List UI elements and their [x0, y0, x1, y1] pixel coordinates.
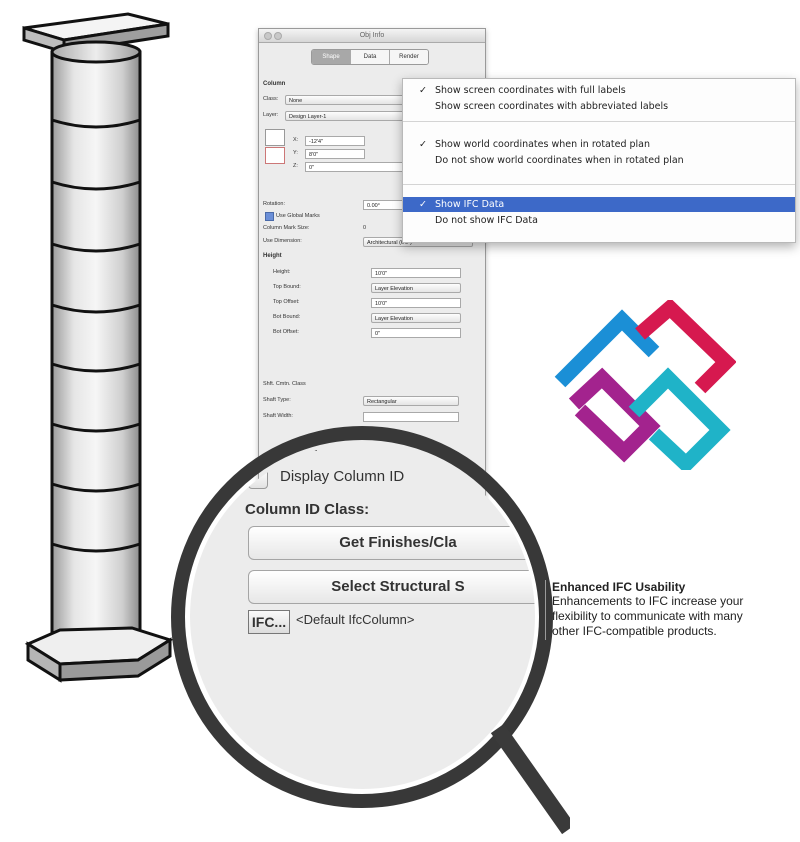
- bot-bound-label: Bot Bound:: [273, 314, 301, 320]
- class-label: Class:: [263, 96, 279, 102]
- palette-titlebar: Obj Info: [259, 29, 485, 43]
- menu-separator: [403, 184, 795, 185]
- coord-z-field[interactable]: 0": [305, 162, 405, 172]
- window-controls[interactable]: [264, 32, 284, 45]
- checkmark-icon: ✓: [419, 85, 427, 96]
- tab-shape[interactable]: Shape: [312, 50, 351, 64]
- ifc-logo: [554, 300, 736, 470]
- section-height: Height: [263, 253, 282, 259]
- column-mark-label: Column Mark Size:: [263, 225, 310, 231]
- layer-dropdown[interactable]: Design Layer-1: [285, 111, 415, 121]
- coord-y-field[interactable]: 8'0": [305, 149, 365, 159]
- magnifier-icon: [171, 426, 570, 835]
- height-field[interactable]: 10'0": [371, 268, 461, 278]
- layer-label: Layer:: [263, 112, 279, 118]
- top-bound-label: Top Bound:: [273, 284, 301, 290]
- bot-bound-dropdown[interactable]: Layer Elevation: [371, 313, 461, 323]
- coordinates-popup-menu: ✓ Show screen coordinates with full labe…: [402, 78, 796, 243]
- feature-caption: Enhanced IFC Usability Enhancements to I…: [545, 580, 800, 640]
- coord-z-label: Z:: [293, 163, 298, 169]
- use-global-marks-checkbox[interactable]: [265, 212, 274, 221]
- caption-line: other IFC-compatible products.: [552, 624, 717, 638]
- coord-x-field[interactable]: -12'4": [305, 136, 365, 146]
- height-label: Height:: [273, 269, 291, 275]
- column-mark-value: 0: [363, 225, 367, 231]
- placement-thumbnail[interactable]: [265, 129, 285, 146]
- reference-thumbnail[interactable]: [265, 147, 285, 164]
- menu-separator: [403, 121, 795, 122]
- menu-item-show-world-coords[interactable]: ✓ Show world coordinates when in rotated…: [403, 137, 795, 152]
- section-column: Column: [263, 81, 286, 87]
- use-dimension-label: Use Dimension:: [263, 238, 302, 244]
- checkmark-icon: ✓: [419, 199, 427, 210]
- caption-line: Enhancements to IFC increase your: [552, 594, 744, 608]
- palette-title: Obj Info: [359, 32, 385, 39]
- menu-item-abbreviated-labels[interactable]: Show screen coordinates with abbreviated…: [403, 99, 795, 114]
- top-offset-label: Top Offset:: [273, 299, 300, 305]
- coord-y-label: Y:: [293, 150, 298, 156]
- palette-tab-bar: Shape Data Render: [311, 49, 429, 65]
- rotation-label: Rotation:: [263, 201, 286, 207]
- class-dropdown[interactable]: None: [285, 95, 415, 105]
- bot-offset-field[interactable]: 0": [371, 328, 461, 338]
- menu-item-full-labels[interactable]: ✓ Show screen coordinates with full labe…: [403, 83, 795, 98]
- caption-title: Enhanced IFC Usability: [552, 580, 686, 594]
- coord-x-label: X:: [293, 137, 299, 143]
- tab-render[interactable]: Render: [390, 50, 428, 64]
- tab-data[interactable]: Data: [351, 50, 390, 64]
- menu-item-show-ifc-data[interactable]: ✓ Show IFC Data: [403, 197, 795, 212]
- top-bound-dropdown[interactable]: Layer Elevation: [371, 283, 461, 293]
- caption-line: flexibility to communicate with many: [552, 609, 743, 623]
- menu-item-hide-ifc-data[interactable]: Do not show IFC Data: [403, 213, 795, 228]
- top-offset-field[interactable]: 10'0": [371, 298, 461, 308]
- menu-item-hide-world-coords[interactable]: Do not show world coordinates when in ro…: [403, 153, 795, 168]
- bot-offset-label: Bot Offset:: [273, 329, 299, 335]
- checkmark-icon: ✓: [419, 139, 427, 150]
- use-global-marks-label: Use Global Marks: [276, 213, 320, 219]
- shaft-type-label: Shaft Type:: [263, 397, 291, 403]
- shaft-class-label: Shft. Cmtn. Class: [263, 381, 306, 387]
